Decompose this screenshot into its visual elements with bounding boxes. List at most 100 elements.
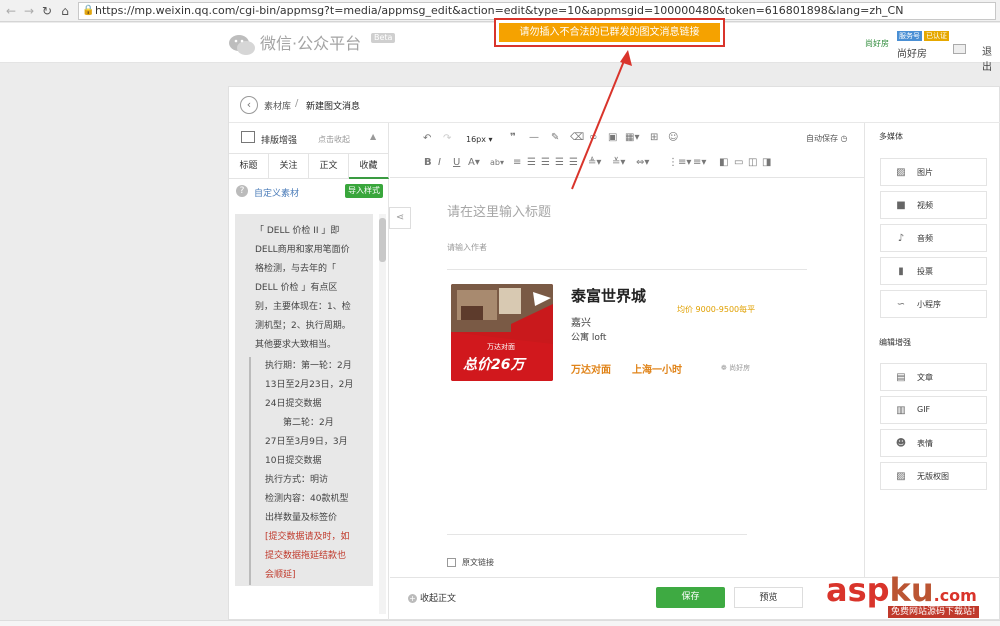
breadcrumb-parent[interactable]: 素材库 xyxy=(264,99,291,112)
float-none-icon[interactable]: ▭ xyxy=(734,157,743,169)
brand-text: 尚好房 xyxy=(729,364,751,372)
account-avatar[interactable]: 尚好房 xyxy=(864,32,890,54)
material-line: 别，主要体现在：1、检 xyxy=(255,302,351,312)
insert-item-label: 音频 xyxy=(917,234,933,243)
align-center-icon[interactable]: ☰ xyxy=(541,157,550,169)
warning-banner: 请勿插入不合法的已群发的图文消息链接 xyxy=(494,18,725,47)
insert-audio-button[interactable]: ♪ 音频 xyxy=(880,224,987,252)
article-title-input[interactable]: 请在这里输入标题 xyxy=(447,201,551,220)
material-line: 提交数据拖延结款也 xyxy=(265,551,347,561)
mail-icon[interactable] xyxy=(953,44,966,54)
save-button[interactable]: 保存 xyxy=(656,587,725,608)
material-line: [提交数据请及时，如 xyxy=(265,532,350,542)
insert-article-button[interactable]: ▤ 文章 xyxy=(880,363,987,391)
insert-image-button[interactable]: ▨ 图片 xyxy=(880,158,987,186)
autosave-status[interactable]: 自动保存 ◷ xyxy=(806,133,848,144)
author-input[interactable]: 请输入作者 xyxy=(447,242,487,253)
watermark-asp: asp xyxy=(826,571,890,609)
reload-icon[interactable]: ↻ xyxy=(39,3,55,19)
home-icon[interactable]: ⌂ xyxy=(57,3,73,19)
insert-gif-button[interactable]: ▥ GIF xyxy=(880,396,987,424)
insert-item-label: GIF xyxy=(917,405,931,414)
sidebar-tabs: 标题 关注 正文 收藏 xyxy=(229,154,389,179)
property-city: 嘉兴 xyxy=(571,318,591,329)
sidebar-scrollbar[interactable] xyxy=(379,214,386,614)
underline-icon[interactable]: U xyxy=(453,157,460,169)
insert-item-label: 文章 xyxy=(917,373,933,382)
logout-link[interactable]: 退出 xyxy=(982,43,1000,73)
collapse-body-button[interactable]: + 收起正文 xyxy=(408,591,456,604)
float-right-icon[interactable]: ◨ xyxy=(762,157,771,169)
share-icon[interactable]: ⋖ xyxy=(389,207,411,229)
insert-item-label: 小程序 xyxy=(917,300,941,309)
insert-item-label: 表情 xyxy=(917,439,933,448)
wechat-logo[interactable]: 微信·公众平台 Beta xyxy=(228,31,396,57)
insert-item-label: 图片 xyxy=(917,168,933,177)
title-divider xyxy=(447,269,807,270)
sidebar-tab[interactable]: 收藏 xyxy=(349,154,389,179)
ordered-list-icon[interactable]: ⋮≡▾ xyxy=(668,157,691,169)
table-icon[interactable]: ⊞ xyxy=(650,132,658,144)
font-size-select[interactable]: 16px ▾ xyxy=(466,134,493,146)
image-icon: ▨ xyxy=(896,167,906,178)
chevron-up-icon[interactable]: ▲ xyxy=(370,132,376,141)
insert-copyright-free-image-button[interactable]: ▨ 无版权图 xyxy=(880,462,987,490)
sidebar-tab[interactable]: 关注 xyxy=(269,154,309,179)
help-icon[interactable]: ? xyxy=(236,185,248,197)
background-color-icon[interactable]: ab▾ xyxy=(490,157,504,169)
verified-badge: 已认证 xyxy=(924,31,949,41)
original-link-checkbox[interactable] xyxy=(447,558,456,567)
custom-material-link[interactable]: 自定义素材 xyxy=(254,186,299,199)
sidebar-tab[interactable]: 正文 xyxy=(309,154,349,179)
insert-emoji-button[interactable]: ☻ 表情 xyxy=(880,429,987,457)
property-card[interactable]: 万达对面 总价26万 泰富世界城 均价 9000-9500每平 嘉兴 公寓 lo… xyxy=(447,277,767,385)
bold-icon[interactable]: B xyxy=(424,157,432,169)
collapse-link[interactable]: 点击收起 xyxy=(318,134,350,145)
enhance-heading: 编辑增强 xyxy=(879,338,911,347)
quote-icon[interactable]: ❞ xyxy=(510,132,516,144)
logo-text: 微信·公众平台 xyxy=(260,34,362,53)
unordered-list-icon[interactable]: ≡▾ xyxy=(693,157,706,169)
wechat-logo-icon xyxy=(229,34,255,55)
emoji-toolbar-icon[interactable]: ☺ xyxy=(668,132,678,144)
brand-icon: ❁ xyxy=(721,364,727,372)
material-line: 27日至3月9日，3月 xyxy=(265,437,348,447)
float-left-icon[interactable]: ◧ xyxy=(719,157,728,169)
sidebar-title: 排版增强 xyxy=(261,136,298,146)
material-line: 10日提交数据 xyxy=(265,456,322,466)
watermark-ku: ku xyxy=(889,571,934,609)
vote-icon: ▮ xyxy=(898,266,904,277)
redo-icon[interactable]: ↷ xyxy=(443,133,451,145)
import-style-button[interactable]: 导入样式 xyxy=(345,184,383,198)
material-preview[interactable]: 「 DELL 价检 II 」即 DELL商用和家用笔面价 格检测，与去年的「 DELL… xyxy=(235,214,373,586)
sidebar-tab[interactable]: 标题 xyxy=(229,154,269,179)
preview-button[interactable]: 预览 xyxy=(734,587,803,608)
original-link-row[interactable]: 原文链接 xyxy=(447,557,494,568)
horizontal-rule-icon[interactable]: — xyxy=(529,132,539,144)
account-name[interactable]: 尚好房 xyxy=(897,45,927,60)
back-arrow-icon[interactable]: ← xyxy=(3,3,19,19)
insert-miniprogram-button[interactable]: ∽ 小程序 xyxy=(880,290,987,318)
font-color-icon[interactable]: A▾ xyxy=(468,157,480,169)
back-circle-icon[interactable]: ‹ xyxy=(240,96,258,114)
align-left-icon[interactable]: ☰ xyxy=(527,157,536,169)
material-line: 出样数量及标签价 xyxy=(265,513,338,523)
site-watermark: aspku.com 免费网站源码下载站! xyxy=(826,570,996,618)
emoji-icon: ☻ xyxy=(895,438,907,449)
clock-icon: ◷ xyxy=(840,134,848,143)
float-center-icon[interactable]: ◫ xyxy=(748,157,757,169)
undo-icon[interactable]: ↶ xyxy=(423,133,431,145)
forward-arrow-icon[interactable]: → xyxy=(21,3,37,19)
material-line: 检测内容：40款机型 xyxy=(265,494,349,504)
format-brush-icon[interactable]: ✎ xyxy=(551,132,559,144)
material-line: 会顺延] xyxy=(265,570,296,580)
insert-vote-button[interactable]: ▮ 投票 xyxy=(880,257,987,285)
material-line: 执行方式：明访 xyxy=(265,475,329,485)
insert-video-button[interactable]: ■ 视频 xyxy=(880,191,987,219)
indent-icon[interactable]: ≡ xyxy=(513,157,521,169)
autosave-label: 自动保存 xyxy=(806,134,838,143)
material-schedule-text: 执行期：第一轮：2月 13日至2月23日，2月 24日提交数据 第二轮：2月 27日至… xyxy=(249,357,361,585)
audio-icon: ♪ xyxy=(897,233,905,244)
italic-icon[interactable]: I xyxy=(438,157,441,169)
scrollbar-thumb[interactable] xyxy=(379,218,386,262)
